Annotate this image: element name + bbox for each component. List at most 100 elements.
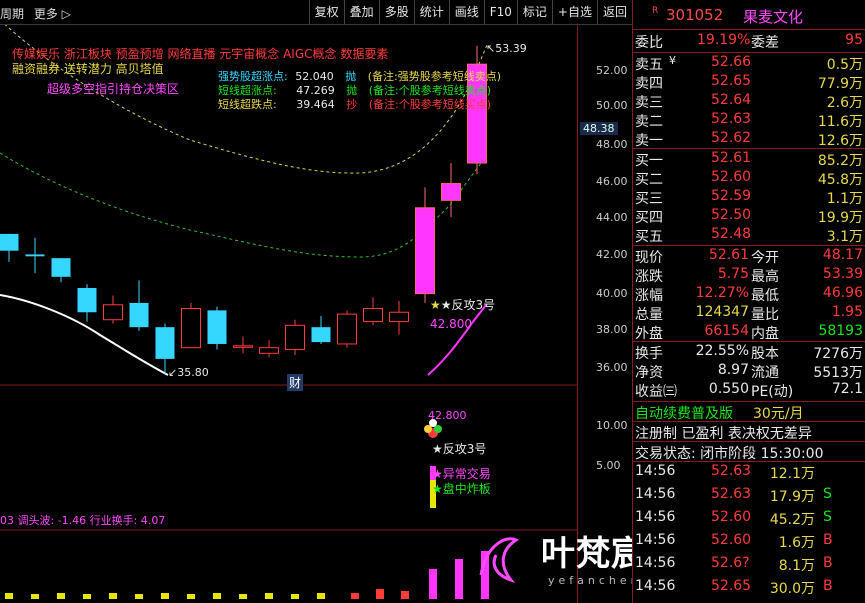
axis-tick-50: 50.00: [596, 99, 628, 112]
axis-tick-52: 52.00: [596, 64, 628, 77]
tick-volume: 17.9万: [769, 489, 815, 505]
axis-tick-40: 40.00: [596, 287, 628, 300]
volume-bar: [429, 569, 437, 599]
statistics-button[interactable]: 统计: [413, 0, 449, 25]
bid-volume: 45.8万: [817, 172, 863, 188]
f10-button[interactable]: F10: [483, 0, 517, 25]
more-menu[interactable]: 更多 ▷: [34, 7, 71, 21]
ask-price: 52.65: [711, 73, 752, 89]
candle-body: [129, 302, 149, 328]
quote-row: 外盘 66154 内盘 58193: [633, 322, 865, 343]
trade-status-row: 交易状态: 闭市阶段 15:30:00: [635, 446, 824, 462]
bid-row: 买五 52.48 3.1万: [633, 225, 865, 246]
strategy-label: 超级多空指引持仓决策区: [47, 82, 180, 96]
bid-row: 买二 52.60 45.8万: [633, 168, 865, 189]
promo-row[interactable]: 自动续费普及版 30元/月: [633, 402, 865, 423]
toolbar-left: 周期 更多 ▷: [0, 5, 77, 22]
axis-tick-38: 38.00: [596, 323, 628, 336]
add-watchlist-button[interactable]: +自选: [551, 0, 597, 25]
stock-code: 301052: [666, 6, 724, 24]
stock-name: 果麦文化: [743, 8, 804, 26]
tick-row: 14:56 52.6? 8.1万 B: [633, 554, 865, 575]
quote-label: 今开: [751, 250, 779, 266]
sub-value: 42.800: [428, 409, 467, 422]
quote-value: 53.39: [822, 266, 863, 282]
bid-price: 52.60: [711, 169, 752, 185]
ask-volume: 12.6万: [817, 133, 863, 149]
candle-body: [415, 207, 435, 295]
watermark-logo-icon: [479, 537, 519, 584]
axis-tick-48: 48.00: [596, 138, 628, 151]
volume-bar: [265, 593, 273, 599]
tick-side: B: [823, 555, 833, 571]
ask-row: 卖四 52.65 77.9万: [633, 72, 865, 93]
bid-row: 买三 52.59 1.1万: [633, 187, 865, 208]
tick-side: S: [823, 509, 832, 525]
bid-label: 买四: [635, 210, 663, 226]
tick-price: 52.65: [711, 578, 752, 594]
mark-button[interactable]: 标记: [516, 0, 552, 25]
axis-tick-44: 44.00: [596, 211, 628, 224]
ask-mark: ¥: [669, 54, 676, 67]
quote-row: 总量 124347 量比 1.95: [633, 303, 865, 324]
volume-bars-group: [5, 551, 489, 599]
tick-time: 14:56: [635, 486, 676, 502]
tick-volume: 45.2万: [769, 512, 815, 528]
stats-label: 净资: [635, 365, 663, 381]
bid-price: 52.59: [711, 188, 752, 204]
quote-label: 外盘: [635, 326, 663, 342]
volume-bar: [401, 591, 409, 599]
tick-time: 14:56: [635, 463, 676, 479]
axis-tick-10: 10.00: [596, 419, 628, 432]
fangong-value: 42.800: [430, 317, 472, 331]
quote-value: 58193: [818, 323, 863, 339]
back-button[interactable]: 返回: [596, 0, 632, 25]
volume-bar: [455, 559, 463, 599]
quote-value: 66154: [704, 323, 749, 339]
r-badge: R: [652, 6, 659, 16]
bid-volume: 85.2万: [817, 153, 863, 169]
sub-panzhong: ★盘中炸板: [432, 482, 491, 496]
bid-price: 52.48: [711, 226, 752, 242]
concepts-line2: 融资融券 送转潜力 高贝塔值: [12, 62, 164, 76]
quote-value: 1.95: [831, 304, 863, 320]
period-menu[interactable]: 周期: [0, 7, 24, 21]
tick-volume: 12.1万: [769, 466, 815, 482]
register-row: 注册制 已盈利 表决权无差异: [635, 426, 812, 442]
multi-stock-button[interactable]: 多股: [378, 0, 414, 25]
fuquan-button[interactable]: 复权: [308, 0, 344, 25]
ask-row: 卖一 52.62 12.6万: [633, 129, 865, 150]
quote-row: 涨跌 5.75 最高 53.39: [633, 265, 865, 286]
price-axis-line: [577, 25, 578, 603]
ask-price: 52.66: [711, 54, 752, 70]
candle-body: [155, 327, 175, 359]
cai-badge[interactable]: 财: [287, 374, 304, 391]
volume-bar: [376, 589, 384, 599]
tick-time: 14:56: [635, 532, 676, 548]
tick-row: 14:56 52.60 1.6万 B: [633, 531, 865, 552]
volume-bar: [239, 594, 247, 599]
ask-label: 卖三: [635, 95, 663, 111]
volume-bar: [317, 593, 325, 599]
volume-bar: [161, 593, 169, 599]
quote-label: 现价: [635, 250, 663, 266]
quote-label: 内盘: [751, 326, 779, 342]
draw-line-button[interactable]: 画线: [448, 0, 484, 25]
stats-label: 换手: [635, 346, 663, 362]
candle-body: [259, 347, 279, 354]
bid-volume: 19.9万: [817, 210, 863, 226]
tick-side: B: [823, 578, 833, 594]
bid-volume: 1.1万: [826, 191, 863, 207]
stats-row: 收益㈢ 0.550 PE(动) 72.1: [633, 380, 865, 401]
tick-side: B: [823, 532, 833, 548]
toolbar-buttons: 复权 叠加 多股 统计 画线 F10 标记 +自选 返回: [308, 0, 632, 25]
tick-time: 14:56: [635, 509, 676, 525]
overlay-button[interactable]: 叠加: [343, 0, 379, 25]
bid-row: 买一 52.61 85.2万: [633, 149, 865, 170]
quote-label: 最低: [751, 288, 779, 304]
lower-envelope-line: [0, 152, 488, 258]
ask-volume: 11.6万: [817, 114, 863, 130]
candle-body: [285, 324, 305, 351]
stats-value: 7276万: [813, 346, 863, 362]
ask-price: 52.62: [711, 130, 752, 146]
